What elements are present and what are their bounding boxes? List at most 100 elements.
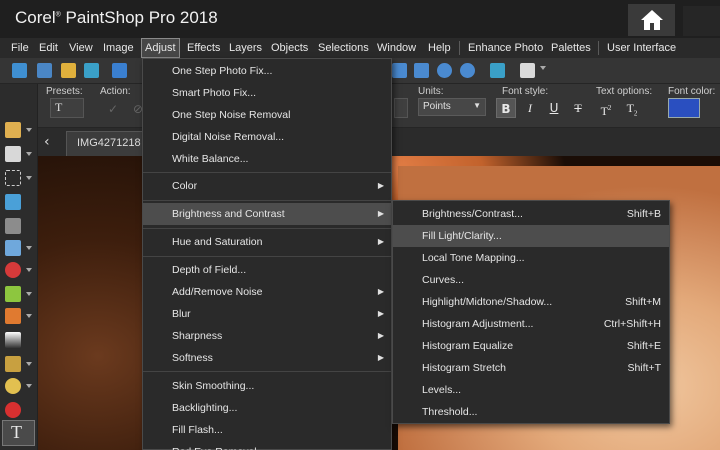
window-control[interactable]	[683, 6, 720, 36]
zoom-out-icon[interactable]	[460, 63, 475, 78]
scan-icon[interactable]	[84, 63, 99, 78]
text-tool-icon: T	[55, 100, 63, 114]
menu-item-softness[interactable]: Softness ▶	[143, 347, 391, 369]
chevron-down-icon[interactable]	[26, 314, 32, 318]
chevron-left-icon[interactable]: ‹	[44, 134, 50, 150]
menu-item-depth-of-field[interactable]: Depth of Field...	[143, 259, 391, 281]
chevron-right-icon: ▶	[377, 309, 384, 318]
text-tool-button[interactable]: T	[2, 420, 35, 446]
units-label: Units:	[418, 86, 444, 97]
menu-image[interactable]: Image	[103, 40, 134, 56]
save-icon[interactable]	[112, 63, 127, 78]
bold-button[interactable]: B	[496, 98, 516, 118]
chevron-down-icon[interactable]	[26, 128, 32, 132]
menu-layers[interactable]: Layers	[229, 40, 262, 56]
shape-tool-icon[interactable]	[5, 378, 21, 394]
menu-help[interactable]: Help	[428, 40, 451, 56]
menu-palettes[interactable]: Palettes	[551, 40, 591, 56]
red-eye-tool-icon[interactable]	[5, 262, 21, 278]
menu-item-histogram-adjustment[interactable]: Histogram Adjustment... Ctrl+Shift+H	[393, 313, 669, 335]
crop-tool-icon[interactable]	[5, 218, 21, 234]
menu-item-histogram-stretch[interactable]: Histogram Stretch Shift+T	[393, 357, 669, 379]
menu-item-smart-photo-fix[interactable]: Smart Photo Fix...	[143, 82, 391, 104]
chevron-down-icon[interactable]	[26, 292, 32, 296]
brush-tool-icon[interactable]	[5, 308, 21, 324]
menu-item-white-balance[interactable]: White Balance...	[143, 148, 391, 170]
menu-item-red-eye-removal[interactable]: Red Eye Removal...	[143, 441, 391, 450]
apply-check-icon[interactable]: ✓	[108, 102, 118, 116]
menu-item-fill-light-clarity[interactable]: Fill Light/Clarity...	[393, 225, 669, 247]
menu-user-interface[interactable]: User Interface	[607, 40, 676, 56]
menu-item-backlighting[interactable]: Backlighting...	[143, 397, 391, 419]
chevron-down-icon[interactable]	[540, 66, 546, 70]
font-size-arrow[interactable]	[394, 98, 408, 118]
brightness-contrast-submenu: Brightness/Contrast... Shift+B Fill Light…	[392, 200, 670, 424]
menu-file[interactable]: File	[11, 40, 29, 56]
subscript-button[interactable]: T2	[622, 98, 642, 118]
menu-item-one-step-noise-removal[interactable]: One Step Noise Removal	[143, 104, 391, 126]
menu-edit[interactable]: Edit	[39, 40, 58, 56]
chevron-down-icon[interactable]	[26, 246, 32, 250]
menu-item-skin-smoothing[interactable]: Skin Smoothing...	[143, 375, 391, 397]
menu-item-hue-and-saturation[interactable]: Hue and Saturation ▶	[143, 231, 391, 253]
zoom-in-icon[interactable]	[437, 63, 452, 78]
menu-item-fill-flash[interactable]: Fill Flash...	[143, 419, 391, 441]
menu-item-blur[interactable]: Blur ▶	[143, 303, 391, 325]
font-color-label: Font color:	[668, 86, 716, 97]
straighten-tool-icon[interactable]	[5, 240, 21, 256]
paste-icon[interactable]	[520, 63, 535, 78]
adjust-menu: One Step Photo Fix... Smart Photo Fix...…	[142, 58, 392, 450]
pick-tool-icon[interactable]	[5, 146, 21, 162]
menu-item-brightness-contrast[interactable]: Brightness/Contrast... Shift+B	[393, 203, 669, 225]
chevron-down-icon[interactable]	[26, 384, 32, 388]
menu-separator	[143, 200, 391, 201]
menu-item-add-remove-noise[interactable]: Add/Remove Noise ▶	[143, 281, 391, 303]
new-file-icon[interactable]	[12, 63, 27, 78]
text-tool-icon: T	[11, 422, 22, 442]
presets-dropdown[interactable]: T	[50, 98, 84, 118]
units-dropdown[interactable]: Points ▼	[418, 98, 486, 116]
font-color-swatch[interactable]	[668, 98, 700, 118]
chevron-down-icon[interactable]	[26, 176, 32, 180]
home-button[interactable]	[628, 4, 675, 36]
menu-item-highlight-midtone-shadow[interactable]: Highlight/Midtone/Shadow... Shift+M	[393, 291, 669, 313]
pan-tool-icon[interactable]	[5, 122, 21, 138]
menu-item-brightness-and-contrast[interactable]: Brightness and Contrast ▶	[143, 203, 391, 225]
actual-size-icon[interactable]	[414, 63, 429, 78]
menu-item-color[interactable]: Color ▶	[143, 175, 391, 197]
menu-view[interactable]: View	[69, 40, 93, 56]
menu-adjust[interactable]: Adjust	[141, 38, 180, 58]
screen-icon[interactable]	[490, 63, 505, 78]
menu-item-curves[interactable]: Curves...	[393, 269, 669, 291]
menu-objects[interactable]: Objects	[271, 40, 308, 56]
strikethrough-button[interactable]: T	[568, 98, 588, 118]
italic-button[interactable]: I	[520, 98, 540, 118]
menu-separator	[143, 228, 391, 229]
clone-tool-icon[interactable]	[5, 286, 21, 302]
menu-item-digital-noise-removal[interactable]: Digital Noise Removal...	[143, 126, 391, 148]
grid-icon[interactable]	[37, 63, 52, 78]
menu-item-sharpness[interactable]: Sharpness ▶	[143, 325, 391, 347]
underline-button[interactable]: U	[544, 98, 564, 118]
fit-icon[interactable]	[392, 63, 407, 78]
menu-separator	[143, 371, 391, 372]
dropper-tool-icon[interactable]	[5, 194, 21, 210]
chevron-down-icon[interactable]	[26, 152, 32, 156]
menu-window[interactable]: Window	[377, 40, 416, 56]
gradient-tool-icon[interactable]	[5, 332, 21, 348]
paint-bucket-icon[interactable]	[5, 356, 21, 372]
superscript-button[interactable]: T2	[596, 98, 616, 118]
menu-selections[interactable]: Selections	[318, 40, 369, 56]
menu-effects[interactable]: Effects	[187, 40, 220, 56]
menu-item-local-tone-mapping[interactable]: Local Tone Mapping...	[393, 247, 669, 269]
chevron-down-icon[interactable]	[26, 268, 32, 272]
menu-item-levels[interactable]: Levels...	[393, 379, 669, 401]
menu-item-threshold[interactable]: Threshold...	[393, 401, 669, 423]
menu-item-one-step-photo-fix[interactable]: One Step Photo Fix...	[143, 60, 391, 82]
open-folder-icon[interactable]	[61, 63, 76, 78]
chevron-down-icon[interactable]	[26, 362, 32, 366]
pen-tool-icon[interactable]	[5, 402, 21, 418]
selection-tool-icon[interactable]	[5, 170, 21, 186]
menu-enhance-photo[interactable]: Enhance Photo	[468, 40, 543, 56]
menu-item-histogram-equalize[interactable]: Histogram Equalize Shift+E	[393, 335, 669, 357]
